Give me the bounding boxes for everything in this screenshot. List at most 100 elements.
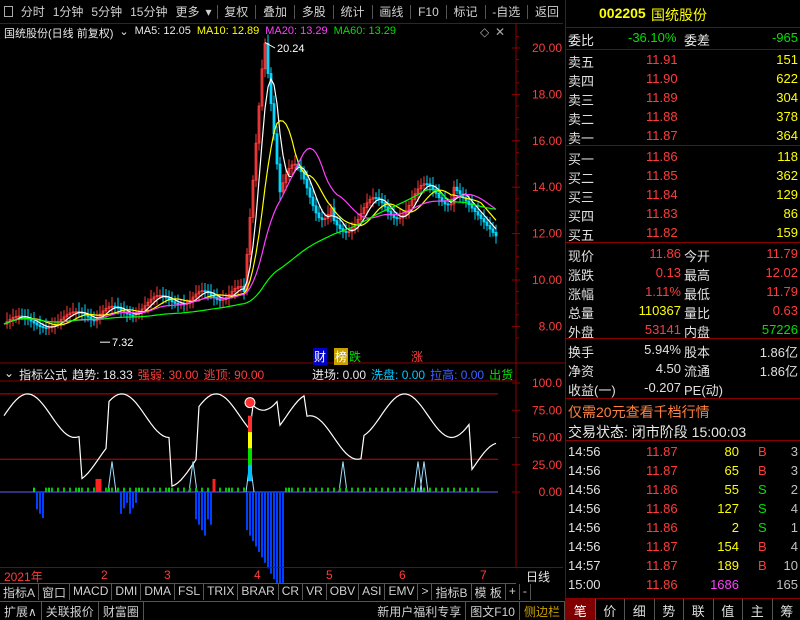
f10-graphic-tab[interactable]: 图文F10: [466, 602, 520, 620]
stats-row[interactable]: 换手 5.94% 股本 1.86亿: [566, 340, 800, 361]
finance-marker[interactable]: 财: [313, 348, 328, 365]
period-label[interactable]: 日线: [526, 568, 550, 585]
stats-row[interactable]: 净资 4.50 流通 1.86亿: [566, 359, 800, 380]
ask-row[interactable]: 卖四 11.90 622: [566, 69, 800, 90]
tabs-next-button[interactable]: >: [418, 584, 433, 600]
period-intraday[interactable]: 分时: [17, 3, 49, 20]
nav-ticks[interactable]: 笔: [566, 599, 595, 620]
tab-vr[interactable]: VR: [303, 584, 327, 600]
tick-row[interactable]: 14:56 11.87 80 B 3: [566, 442, 800, 463]
tick-row[interactable]: 14:56 11.86 55 S 2: [566, 480, 800, 501]
tab-window[interactable]: 窗口: [39, 584, 71, 600]
histogram-bar: [147, 487, 149, 492]
period-1min[interactable]: 1分钟: [49, 3, 88, 20]
chevron-down-icon[interactable]: ⌄: [4, 366, 14, 383]
tab-obv[interactable]: OBV: [327, 584, 360, 600]
bid-row[interactable]: 买四 11.83 86: [566, 204, 800, 225]
ask-row[interactable]: 卖三 11.89 304: [566, 88, 800, 109]
level10-promo-text[interactable]: 仅需20元查看千档行情: [568, 402, 710, 422]
period-15min[interactable]: 15分钟: [126, 3, 171, 20]
bid-row[interactable]: 买五 11.82 159: [566, 223, 800, 244]
window-toggle-icon[interactable]: [4, 6, 13, 17]
candle-body: [494, 232, 498, 237]
nav-trend[interactable]: 势: [653, 599, 684, 620]
tab-dma[interactable]: DMA: [141, 584, 176, 600]
nav-detail[interactable]: 细: [624, 599, 654, 620]
tick-row[interactable]: 14:57 11.87 189 B 10: [566, 556, 800, 577]
nav-related[interactable]: 联: [683, 599, 713, 620]
mark-button[interactable]: 标记: [450, 3, 482, 20]
tick-row[interactable]: 15:00 11.86 1686 165: [566, 575, 800, 596]
bid-volume: 129: [776, 187, 798, 202]
rise-marker[interactable]: 涨: [411, 348, 423, 365]
sidebar-tab[interactable]: 侧边栏: [520, 602, 565, 620]
tab-emv[interactable]: EMV: [385, 584, 419, 600]
nav-value[interactable]: 值: [712, 599, 743, 620]
nav-chips[interactable]: 筹: [771, 599, 800, 620]
fall-marker[interactable]: 跌: [349, 348, 361, 365]
back-button[interactable]: 返回: [531, 3, 563, 20]
bid-volume: 159: [776, 225, 798, 240]
ranking-marker[interactable]: 榜: [334, 348, 349, 365]
tab-indicator-a[interactable]: 指标A: [0, 584, 40, 600]
multi-stock-button[interactable]: 多股: [298, 3, 330, 20]
draw-line-button[interactable]: 画线: [375, 3, 407, 20]
period-more[interactable]: 更多: [171, 3, 203, 20]
tab-macd[interactable]: MACD: [70, 584, 113, 600]
histogram-bar: [441, 487, 443, 492]
expand-button[interactable]: 扩展∧: [0, 602, 42, 620]
chevron-down-icon[interactable]: ▾: [203, 5, 213, 19]
tab-indicator-b[interactable]: 指标B: [432, 584, 472, 600]
overlay-button[interactable]: 叠加: [259, 3, 291, 20]
histogram-bar: [477, 487, 479, 492]
histogram-bar: [78, 487, 80, 492]
level10-promo[interactable]: 仅需20元查看千档行情: [566, 400, 800, 421]
toolbar-divider: [294, 4, 295, 19]
adjust-button[interactable]: 复权: [220, 3, 252, 20]
quote-row[interactable]: 涨幅 1.11% 最低 11.79: [566, 282, 800, 303]
wealth-circle-tab[interactable]: 财富圈: [99, 602, 144, 620]
tick-side: S: [758, 501, 767, 516]
nav-price[interactable]: 价: [594, 599, 625, 620]
quote-value: 0.13: [655, 265, 681, 280]
toolbar-divider: [332, 4, 334, 19]
ask-row[interactable]: 卖二 11.88 378: [566, 107, 800, 128]
add-window-button[interactable]: +: [506, 584, 520, 600]
remove-watchlist-button[interactable]: -自选: [488, 3, 524, 20]
tab-asi[interactable]: ASI: [359, 584, 386, 600]
tab-cr[interactable]: CR: [279, 584, 304, 600]
tab-brar[interactable]: BRAR: [238, 584, 279, 600]
remove-window-button[interactable]: -: [520, 584, 531, 600]
indicator-title[interactable]: 指标公式: [19, 366, 67, 383]
period-5min[interactable]: 5分钟: [87, 3, 126, 20]
ask-row[interactable]: 卖一 11.87 364: [566, 126, 800, 147]
kline-chart[interactable]: 20.0018.0016.0014.0012.0010.008.0020.247…: [0, 24, 565, 584]
nav-main[interactable]: 主: [742, 599, 772, 620]
stats-button[interactable]: 统计: [337, 3, 369, 20]
bid-row[interactable]: 买一 11.86 118: [566, 147, 800, 168]
tab-fsl[interactable]: FSL: [175, 584, 205, 600]
quote-row[interactable]: 总量 110367 量比 0.63: [566, 301, 800, 322]
histogram-bar: [210, 492, 212, 525]
ask-row[interactable]: 卖五 11.91 151: [566, 50, 800, 71]
promo-link[interactable]: 新用户福利专享: [373, 602, 467, 620]
bid-row[interactable]: 买二 11.85 362: [566, 166, 800, 187]
stats-row[interactable]: 收益(一) -0.207 PE(动): [566, 378, 800, 399]
tab-template[interactable]: 模 板: [472, 584, 506, 600]
tick-volume: 189: [717, 558, 739, 573]
tick-time: 14:57: [568, 558, 601, 573]
histogram-bar: [201, 492, 203, 531]
tick-row[interactable]: 14:56 11.86 127 S 4: [566, 499, 800, 520]
tick-row[interactable]: 14:56 11.87 65 B 3: [566, 461, 800, 482]
tab-trix[interactable]: TRIX: [204, 584, 239, 600]
quote-row[interactable]: 现价 11.86 今开 11.79: [566, 244, 800, 265]
f10-button[interactable]: F10: [414, 5, 443, 19]
tick-row[interactable]: 14:56 11.86 2 S 1: [566, 518, 800, 539]
quote-row[interactable]: 涨跌 0.13 最高 12.02: [566, 263, 800, 284]
related-quote-tab[interactable]: 关联报价: [42, 602, 99, 620]
tab-dmi[interactable]: DMI: [112, 584, 142, 600]
tick-price: 11.87: [646, 539, 678, 554]
tick-row[interactable]: 14:56 11.87 154 B 4: [566, 537, 800, 558]
bid-row[interactable]: 买三 11.84 129: [566, 185, 800, 206]
x-axis-month: 2: [101, 568, 108, 582]
